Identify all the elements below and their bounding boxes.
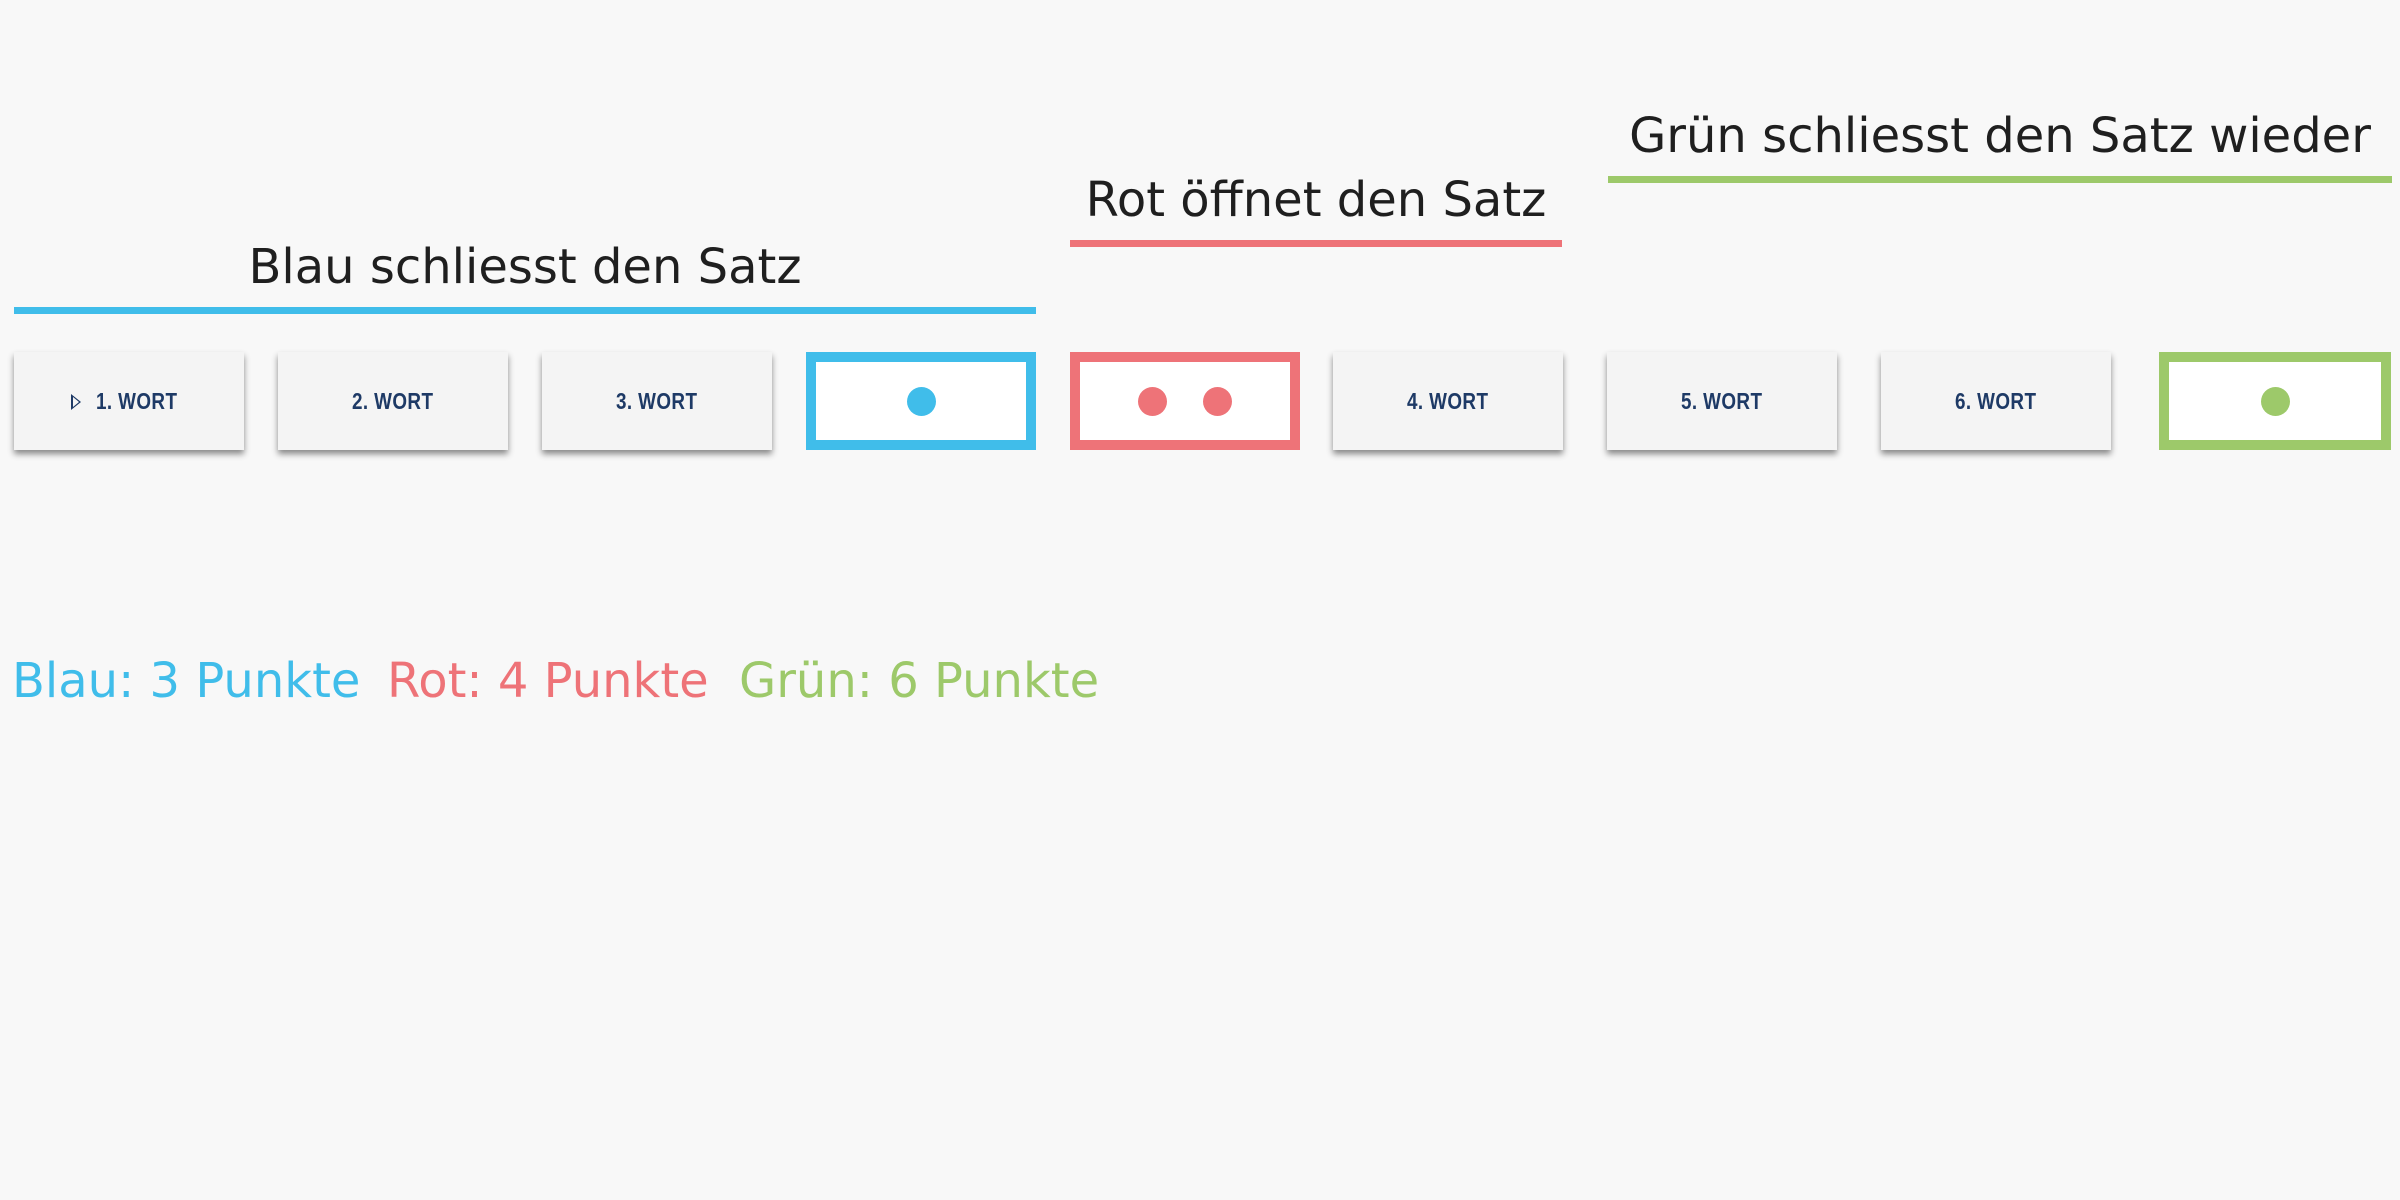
legend-rot: Rot: 4 Punkte	[387, 653, 709, 709]
green-mark-box[interactable]	[2159, 352, 2391, 450]
word-card-label: 5. WORT	[1681, 387, 1763, 414]
underline-rot	[1070, 240, 1562, 247]
word-card-3[interactable]: 3. WORT	[542, 352, 772, 450]
green-dot	[2260, 386, 2290, 416]
label-gruen: Grün schliesst den Satz wieder	[1629, 108, 2371, 164]
word-card-5[interactable]: 5. WORT	[1607, 352, 1837, 450]
underline-gruen	[1608, 176, 2392, 183]
play-icon	[71, 394, 82, 410]
word-card-label: 6. WORT	[1955, 387, 2037, 414]
word-card-label: 1. WORT	[96, 387, 178, 414]
word-card-6[interactable]: 6. WORT	[1881, 352, 2111, 450]
word-card-2[interactable]: 2. WORT	[278, 352, 508, 450]
red-dot	[1138, 386, 1167, 416]
underline-blau	[14, 307, 1036, 314]
word-card-label: 2. WORT	[352, 387, 434, 414]
red-dot	[1203, 386, 1232, 416]
label-blau: Blau schliesst den Satz	[248, 239, 802, 295]
word-card-4[interactable]: 4. WORT	[1333, 352, 1563, 450]
word-card-label: 3. WORT	[616, 387, 698, 414]
word-card-1[interactable]: 1. WORT	[14, 352, 244, 450]
legend-gruen: Grün: 6 Punkte	[739, 653, 1100, 709]
red-mark-box[interactable]	[1070, 352, 1300, 450]
legend-blau: Blau: 3 Punkte	[12, 653, 361, 709]
word-card-label: 4. WORT	[1407, 387, 1489, 414]
blue-mark-box[interactable]	[806, 352, 1036, 450]
blue-dot	[906, 386, 936, 416]
label-rot: Rot öffnet den Satz	[1085, 172, 1547, 228]
